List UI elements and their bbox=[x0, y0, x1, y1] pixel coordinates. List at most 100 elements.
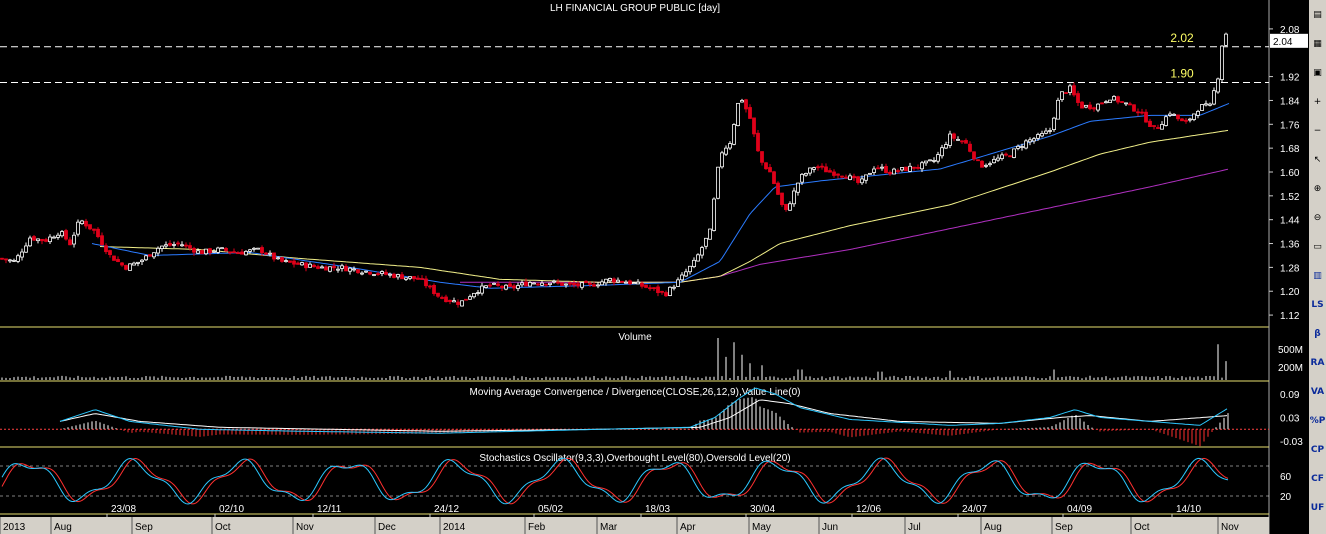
candle-body bbox=[88, 224, 92, 230]
beta-button[interactable]: β bbox=[1309, 325, 1326, 344]
candle-body bbox=[968, 143, 972, 152]
magnifier-in-icon[interactable]: ⊕ bbox=[1309, 180, 1326, 199]
month-label: 2014 bbox=[443, 522, 466, 533]
candle-body bbox=[332, 265, 336, 269]
date-tick-label: 12/06 bbox=[856, 504, 881, 515]
candle-body bbox=[220, 247, 224, 250]
candle-body bbox=[336, 268, 340, 271]
candle-body bbox=[76, 221, 80, 235]
uf-button[interactable]: UF bbox=[1309, 499, 1326, 518]
va-button[interactable]: VA bbox=[1309, 383, 1326, 402]
candle-body bbox=[416, 277, 420, 280]
candle-body bbox=[740, 100, 744, 103]
candle-body bbox=[1136, 111, 1140, 114]
candle-body bbox=[536, 283, 540, 286]
chart-properties-icon[interactable]: ▦ bbox=[1309, 35, 1326, 54]
candle-body bbox=[704, 237, 708, 247]
macd-tick-label: 0.03 bbox=[1280, 413, 1300, 424]
price-level-label: 1.90 bbox=[1170, 67, 1194, 81]
candle-body bbox=[560, 282, 564, 286]
candle-body bbox=[448, 299, 452, 302]
candle-body bbox=[648, 287, 652, 290]
candle-body bbox=[228, 251, 232, 254]
candle-body bbox=[976, 159, 980, 162]
candle-body bbox=[316, 266, 320, 269]
candle-body bbox=[1112, 96, 1116, 101]
candle-body bbox=[1148, 120, 1152, 127]
candle-body bbox=[664, 292, 668, 297]
candle-body bbox=[524, 281, 528, 287]
candle-body bbox=[348, 267, 352, 272]
candle-body bbox=[1128, 103, 1132, 106]
candle-body bbox=[460, 300, 464, 307]
candle-body bbox=[896, 170, 900, 172]
candle-body bbox=[240, 251, 244, 255]
candle-body bbox=[444, 296, 448, 303]
date-tick-label: 02/10 bbox=[219, 504, 244, 515]
ls-button[interactable]: LS bbox=[1309, 296, 1326, 315]
candle-body bbox=[1036, 134, 1040, 139]
candle-body bbox=[1080, 101, 1084, 109]
candle-body bbox=[676, 279, 680, 287]
candle-body bbox=[196, 250, 200, 254]
candle-body bbox=[1196, 111, 1200, 116]
candle-body bbox=[732, 124, 736, 145]
candle-body bbox=[956, 138, 960, 141]
zoom-icon[interactable]: ▣ bbox=[1309, 64, 1326, 83]
price-tick-label: 1.28 bbox=[1280, 263, 1300, 274]
candle-body bbox=[776, 182, 780, 195]
candle-body bbox=[412, 276, 416, 280]
candle-body bbox=[368, 271, 372, 275]
candle-body bbox=[32, 236, 36, 241]
candle-body bbox=[216, 247, 220, 253]
candle-body bbox=[1220, 45, 1224, 81]
candle-body bbox=[728, 143, 732, 149]
candle-body bbox=[980, 160, 984, 168]
candle-body bbox=[1160, 124, 1164, 130]
month-label: Feb bbox=[528, 522, 546, 533]
candle-body bbox=[420, 278, 424, 280]
candle-body bbox=[60, 231, 64, 237]
stochastic-title: Stochastics Oscillator(9,3,3),Overbought… bbox=[479, 453, 790, 464]
candle-body bbox=[808, 167, 812, 174]
candle-body bbox=[828, 170, 832, 173]
candle-body bbox=[92, 228, 96, 231]
candle-body bbox=[1044, 130, 1048, 134]
price-tick-label: 1.68 bbox=[1280, 144, 1300, 155]
percent-p-button[interactable]: %P bbox=[1309, 412, 1326, 431]
candle-body bbox=[1096, 103, 1100, 111]
month-label: Sep bbox=[1055, 522, 1073, 533]
month-label: Jun bbox=[822, 522, 838, 533]
indicator-icon[interactable]: ▥ bbox=[1309, 267, 1326, 286]
candle-body bbox=[1024, 140, 1028, 149]
candle-body bbox=[176, 242, 180, 245]
cursor-icon[interactable]: ↖ bbox=[1309, 151, 1326, 170]
magnifier-out-icon[interactable]: ⊖ bbox=[1309, 209, 1326, 228]
candle-body bbox=[48, 236, 52, 243]
zoom-out-icon[interactable]: − bbox=[1309, 122, 1326, 141]
price-tick-label: 1.52 bbox=[1280, 192, 1300, 203]
ra-button[interactable]: RA bbox=[1309, 354, 1326, 373]
price-tick-label: 1.44 bbox=[1280, 216, 1300, 227]
zoom-in-icon[interactable]: + bbox=[1309, 93, 1326, 112]
document-icon[interactable]: ▤ bbox=[1309, 6, 1326, 25]
stock-chart[interactable]: LH FINANCIAL GROUP PUBLIC [day] 1.12 1.20… bbox=[0, 0, 1309, 534]
candle-body bbox=[812, 167, 816, 170]
candle-body bbox=[924, 160, 928, 164]
date-tick-label: 24/07 bbox=[962, 504, 987, 515]
candle-body bbox=[1008, 155, 1012, 158]
candle-body bbox=[428, 285, 432, 288]
candle-body bbox=[344, 265, 348, 272]
cf-button[interactable]: CF bbox=[1309, 470, 1326, 489]
volume-tick-label: 500M bbox=[1278, 345, 1303, 356]
candle-body bbox=[172, 244, 176, 246]
candle-body bbox=[652, 287, 656, 290]
candle-body bbox=[660, 290, 664, 293]
candle-body bbox=[388, 273, 392, 276]
window-icon[interactable]: ▭ bbox=[1309, 238, 1326, 257]
candle-body bbox=[236, 252, 240, 255]
candle-body bbox=[480, 285, 484, 294]
candle-body bbox=[796, 182, 800, 193]
cp-button[interactable]: CP bbox=[1309, 441, 1326, 460]
candle-body bbox=[1004, 153, 1008, 156]
